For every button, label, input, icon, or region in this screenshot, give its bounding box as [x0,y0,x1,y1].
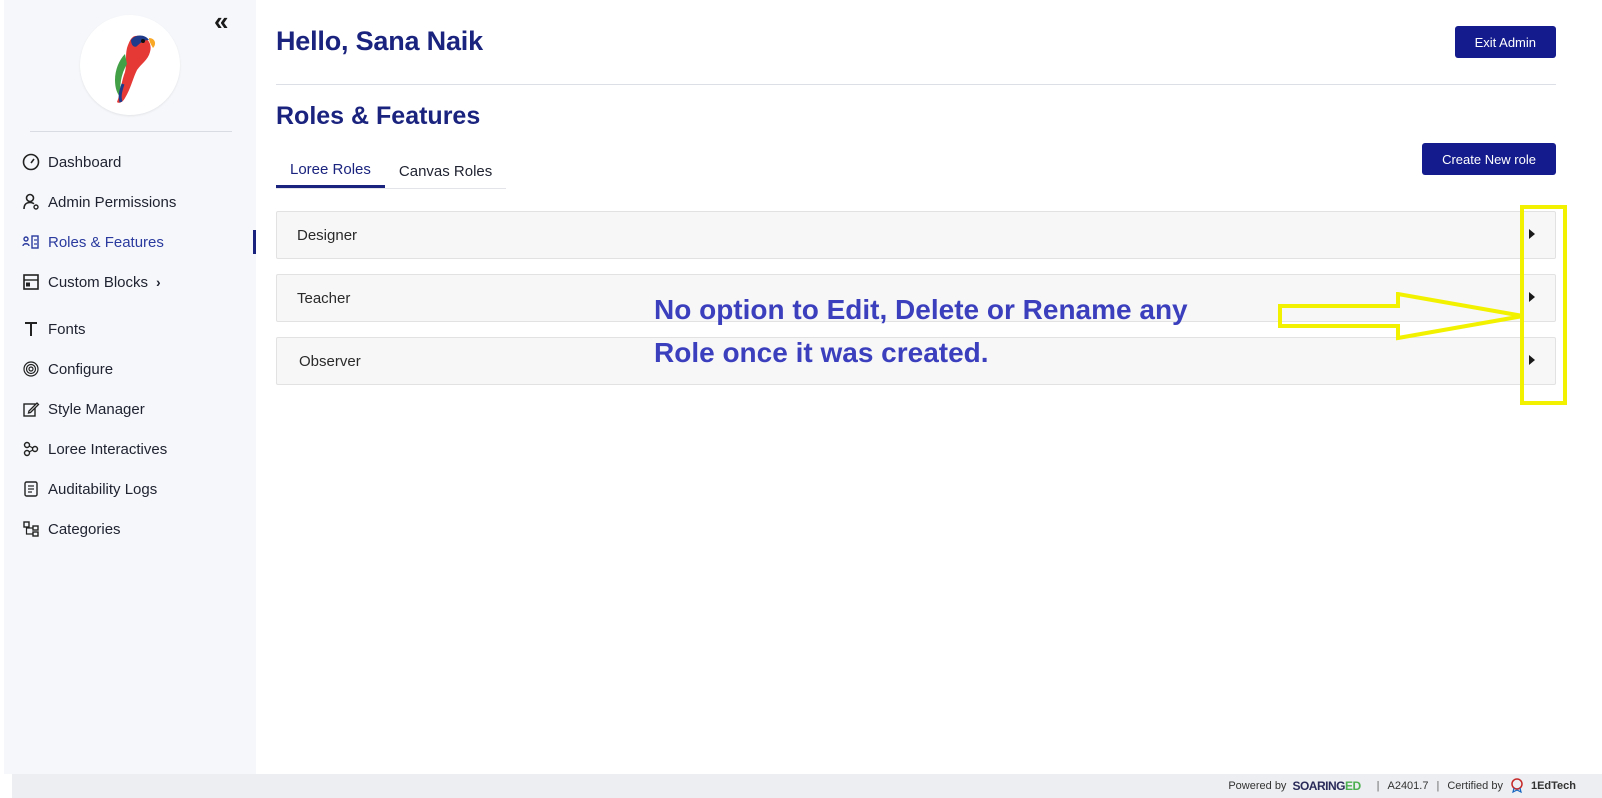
sidebar-item-label: Configure [48,360,114,378]
sidebar-item-label: Style Manager [48,400,145,418]
app-logo [80,15,180,115]
header-divider [276,84,1556,85]
annotation-note: No option to Edit, Delete or Rename any … [654,288,1294,374]
font-icon [20,318,42,340]
sidebar-item-label: Loree Interactives [48,440,168,458]
parrot-logo-icon [115,35,156,103]
tab-loree-roles[interactable]: Loree Roles [276,154,385,188]
sidebar-item-label: Auditability Logs [48,480,158,498]
sidebar-item-label: Fonts [48,320,86,338]
blocks-icon [20,271,42,293]
role-name: Teacher [297,289,351,307]
sidebar-item-fonts[interactable]: Fonts [4,309,256,349]
create-new-role-button[interactable]: Create New role [1422,143,1556,175]
collapse-sidebar-button[interactable]: « [214,8,238,34]
sidebar-item-loree-interactives[interactable]: Loree Interactives [4,429,256,469]
footer-separator: | [1436,780,1440,792]
sidebar-item-label: Custom Blocks [48,273,149,291]
sidebar-item-label: Dashboard [48,153,122,171]
soaringed-logo: SOARINGED [1292,779,1361,793]
sidebar-item-style-manager[interactable]: Style Manager [4,389,256,429]
greeting-heading: Hello, Sana Naik [276,26,483,56]
role-row-designer[interactable]: Designer [276,211,1556,259]
brand-accent: ED [1344,779,1361,793]
annotation-arrow-icon [1278,292,1524,341]
page-title: Roles & Features [276,102,481,130]
nav-spacer [4,302,256,309]
version-label: A2401.7 [1387,780,1429,792]
brand-main: SOARING [1292,779,1345,793]
sidebar-item-label: Roles & Features [48,233,164,251]
footer: Powered by SOARINGED | A2401.7 | Certifi… [12,774,1602,798]
app-root: « Dashboard Admin Permissions Roles & Fe… [0,0,1602,798]
edit-icon [20,398,42,420]
certified-by-label: Certified by [1447,780,1503,792]
user-key-icon [20,191,42,213]
sidebar-item-dashboard[interactable]: Dashboard [4,142,256,182]
sidebar-item-admin-permissions[interactable]: Admin Permissions [4,182,256,222]
gauge-icon [20,151,42,173]
annotation-line-2: Role once it was created. [654,337,989,368]
certifier-label: 1EdTech [1530,780,1576,792]
sidebar: « Dashboard Admin Permissions Roles & Fe… [4,0,256,774]
sidebar-divider [30,131,232,132]
footer-separator: | [1376,780,1380,792]
sidebar-item-categories[interactable]: Categories [4,509,256,549]
sidebar-item-auditability-logs[interactable]: Auditability Logs [4,469,256,509]
fingerprint-icon [20,358,42,380]
sidebar-item-custom-blocks[interactable]: Custom Blocks › [4,262,256,302]
exit-admin-button[interactable]: Exit Admin [1454,26,1556,58]
interactives-icon [20,438,42,460]
role-tabs: Loree Roles Canvas Roles [276,154,507,189]
tab-canvas-roles[interactable]: Canvas Roles [385,154,506,188]
certification-icon [1509,777,1525,796]
sidebar-item-label: Admin Permissions [48,193,177,211]
annotation-line-1: No option to Edit, Delete or Rename any [654,294,1188,325]
sidebar-nav: Dashboard Admin Permissions Roles & Feat… [4,142,256,549]
annotation-highlight-box [1520,205,1567,405]
main-content: Hello, Sana Naik Exit Admin Roles & Feat… [276,0,1566,774]
role-name: Designer [297,226,358,244]
role-name: Observer [299,352,361,370]
log-icon [20,478,42,500]
sidebar-item-label: Categories [48,520,121,538]
powered-by-label: Powered by [1228,780,1287,792]
roles-icon [20,231,42,253]
chevron-right-icon: › [156,274,161,290]
sidebar-item-configure[interactable]: Configure [4,349,256,389]
sidebar-item-roles-features[interactable]: Roles & Features [4,222,256,262]
categories-icon [20,518,42,540]
